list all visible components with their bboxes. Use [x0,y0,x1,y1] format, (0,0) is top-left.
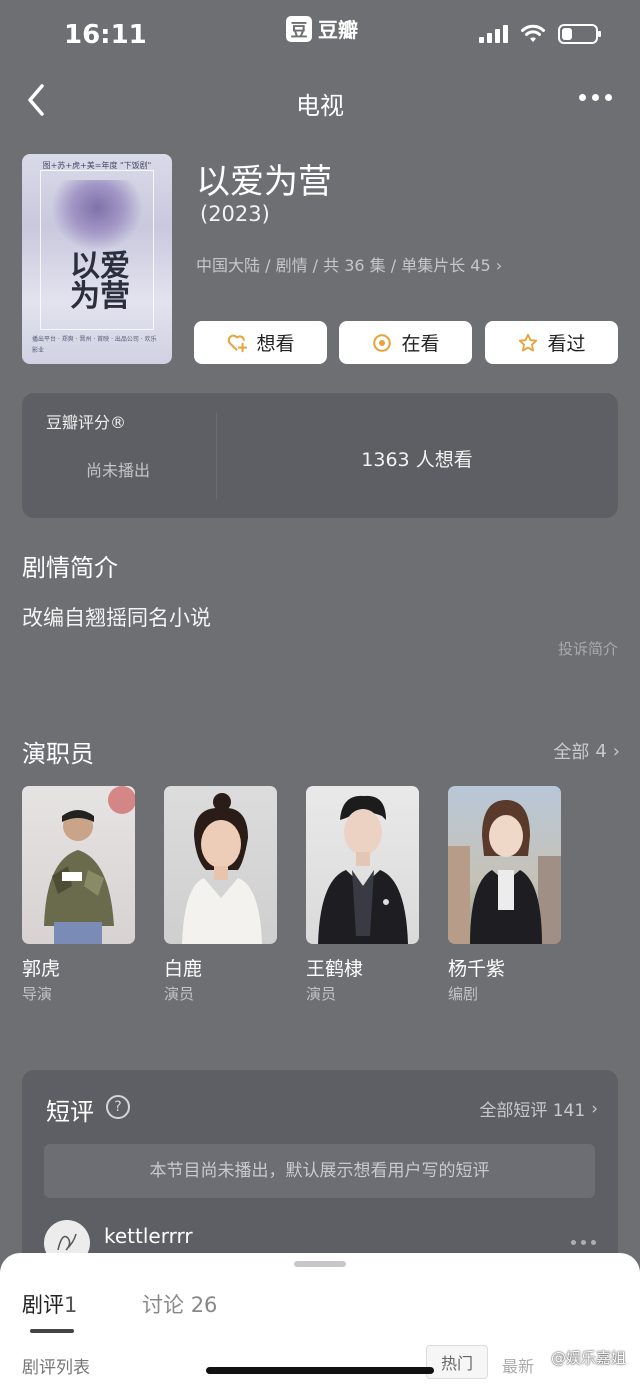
show-poster[interactable]: 图+苏+虎+美=年度 "下饭剧" 以爱为营 播出平台 · 郑爽 · 晋州 · 首… [22,154,172,364]
cast-photo [306,786,419,944]
status-app-name: 豆瓣 [318,18,358,42]
reviews-notice: 本节目尚未播出，默认展示想看用户写的短评 [44,1144,595,1198]
sort-latest-button[interactable]: 最新 [502,1353,534,1377]
cast-name: 郭虎 [22,958,61,980]
more-horizontal-icon[interactable] [571,1240,596,1245]
page-title: 电视 [296,92,344,120]
synopsis-text: 改编自翘摇同名小说 [22,606,211,630]
person-figure-icon [448,800,561,944]
poster-title: 以爱为营 [70,249,130,314]
status-time: 16:11 [64,20,147,50]
show-year: (2023) [200,202,270,226]
poster-credits: 播出平台 · 郑爽 · 晋州 · 首映 · 出品公司 · 欢乐影业 [32,336,157,354]
rating-status: 尚未播出 [86,461,151,480]
target-icon [373,333,392,352]
cast-name: 王鹤棣 [306,958,364,980]
cast-role: 演员 [306,985,337,1003]
help-icon[interactable]: ? [106,1095,130,1119]
short-reviews-card: 短评 ? 全部短评 141 › 本节目尚未播出，默认展示想看用户写的短评 ket… [22,1070,618,1270]
sheet-drag-handle[interactable] [294,1261,346,1267]
cast-photo [448,786,561,944]
want-to-watch-label: 想看 [256,333,295,355]
status-icons [479,24,601,44]
chevron-right-icon: › [612,740,620,762]
cast-photo [164,786,277,944]
home-indicator[interactable] [206,1367,434,1374]
tab-discussions[interactable]: 讨论 26 [142,1289,217,1319]
short-reviews-title: 短评 [46,1098,94,1126]
person-figure-icon [318,795,408,944]
battery-level [562,28,572,40]
heart-plus-icon [228,334,248,352]
cast-all-link[interactable]: 全部 4 › [553,738,620,764]
review-list-title: 剧评列表 [22,1358,90,1378]
rating-label: 豆瓣评分® [46,413,127,432]
cast-name: 杨千紫 [448,958,506,980]
cast-member[interactable]: 郭虎 导演 [22,786,135,1003]
tab-reviews-count: 1 [64,1293,78,1317]
status-app-indicator: 豆 豆瓣 [286,14,358,43]
tab-active-indicator [30,1329,74,1333]
want-count: 1363 人想看 [361,449,473,471]
wifi-icon [521,24,545,42]
synopsis-title: 剧情简介 [22,554,118,582]
douban-logo-icon: 豆 [286,15,312,42]
all-short-reviews-link[interactable]: 全部短评 141 › [479,1096,598,1122]
show-meta-link[interactable]: 中国大陆 / 剧情 / 共 36 集 / 单集片长 45 › [196,252,502,276]
battery-icon [558,24,601,44]
show-title: 以爱为营 [196,162,332,202]
watermark: @娱乐嘉姐 [550,1349,626,1367]
all-short-reviews-label: 全部短评 141 [479,1101,586,1121]
person-figure-icon [182,793,262,944]
cast-role: 导演 [22,985,53,1003]
report-synopsis-link[interactable]: 投诉简介 [558,638,618,659]
status-bar: 16:11 豆 豆瓣 [0,0,640,70]
want-to-watch-button[interactable]: 想看 [194,321,327,364]
chevron-right-icon: › [495,256,503,275]
cast-title: 演职员 [22,740,94,768]
rating-card[interactable]: 豆瓣评分® 尚未播出 1363 人想看 [22,393,618,518]
reviewer-name[interactable]: kettlerrrr [104,1224,193,1248]
star-icon [519,333,538,351]
watching-label: 在看 [401,333,440,355]
cast-member[interactable]: 杨千紫 编剧 [448,786,561,1003]
nav-bar: 电视 [0,70,640,130]
cast-role: 编剧 [448,985,479,1003]
cast-photo [22,786,135,944]
cast-all-label: 全部 [553,742,590,763]
cast-name: 白鹿 [164,958,203,980]
watching-button[interactable]: 在看 [339,321,472,364]
cast-role: 演员 [164,985,195,1003]
tab-discussions-count: 26 [190,1293,218,1317]
cast-member[interactable]: 王鹤棣 演员 [306,786,419,1003]
watched-label: 看过 [547,333,586,355]
cast-member[interactable]: 白鹿 演员 [164,786,277,1003]
cast-all-count: 4 [595,740,607,762]
bottom-sheet: 剧评1 讨论 26 剧评列表 热门 最新 @娱乐嘉姐 [0,1253,640,1385]
person-figure-icon [44,786,135,944]
more-horizontal-icon[interactable] [579,94,612,101]
tab-reviews-label: 剧评 [22,1293,64,1317]
show-meta-text: 中国大陆 / 剧情 / 共 36 集 / 单集片长 45 [196,256,491,275]
poster-flower-art [52,180,142,250]
sort-hot-button[interactable]: 热门 [426,1345,488,1379]
tab-discussions-label: 讨论 [142,1293,184,1317]
watched-button[interactable]: 看过 [485,321,618,364]
signal-icon [479,25,508,43]
tab-reviews[interactable]: 剧评1 [22,1289,77,1319]
chevron-right-icon: › [591,1098,598,1119]
